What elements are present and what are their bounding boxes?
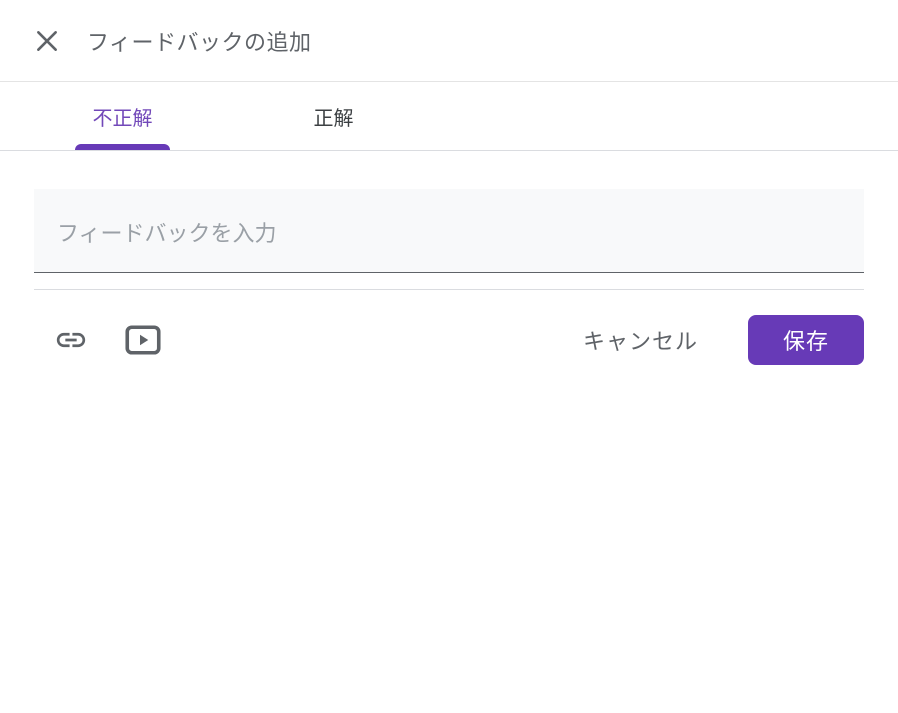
tab-incorrect-label: 不正解 <box>93 102 153 131</box>
tab-bar: 不正解 正解 <box>0 82 898 151</box>
divider <box>34 289 864 290</box>
insert-video-button[interactable] <box>119 316 167 364</box>
link-icon <box>54 323 88 357</box>
cancel-button[interactable]: キャンセル <box>561 315 720 365</box>
dialog-title: フィードバックの追加 <box>87 25 312 57</box>
video-icon <box>125 325 161 355</box>
toolbar: キャンセル 保存 <box>34 315 864 365</box>
active-tab-indicator <box>75 144 170 150</box>
tab-correct[interactable]: 正解 <box>286 82 381 150</box>
tab-incorrect[interactable]: 不正解 <box>75 82 170 150</box>
dialog-content: キャンセル 保存 <box>0 189 898 365</box>
tab-correct-label: 正解 <box>314 102 354 131</box>
close-button[interactable] <box>29 23 65 59</box>
feedback-input[interactable] <box>34 189 864 273</box>
close-icon <box>34 28 60 54</box>
insert-link-button[interactable] <box>47 316 95 364</box>
save-button[interactable]: 保存 <box>748 315 864 365</box>
dialog-header: フィードバックの追加 <box>0 0 898 82</box>
